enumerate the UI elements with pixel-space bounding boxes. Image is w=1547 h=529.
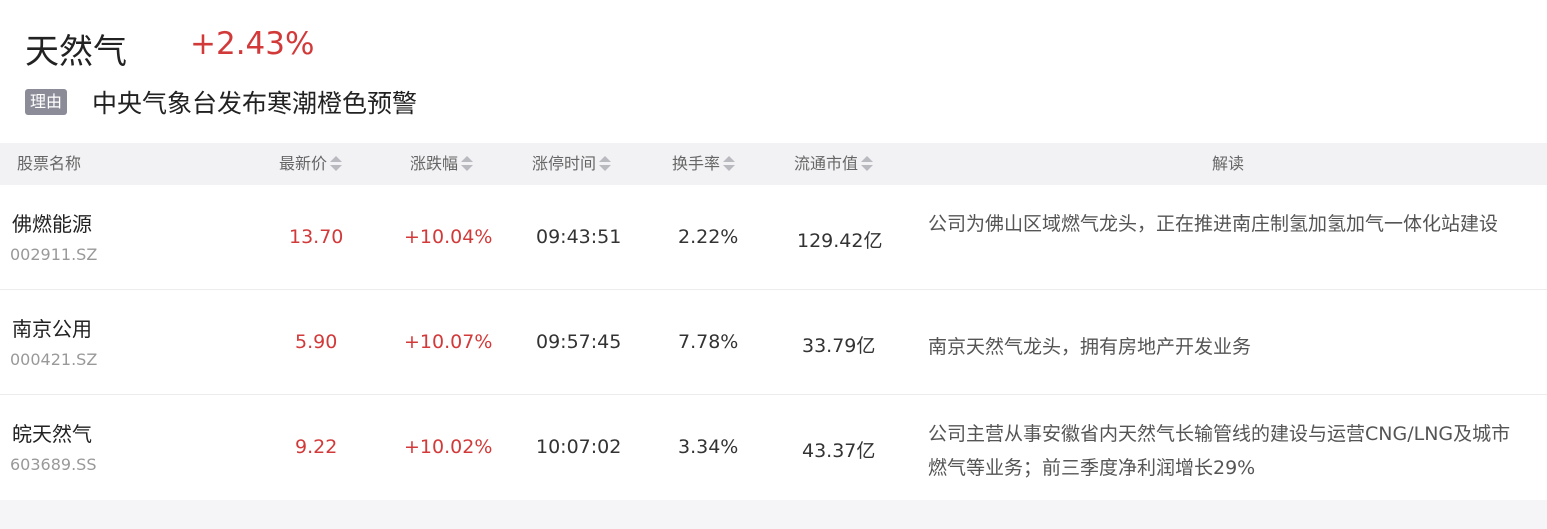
- change-pct: +10.04%: [404, 226, 493, 248]
- latest-price: 13.70: [289, 226, 344, 248]
- col-market-cap[interactable]: 流通市值: [794, 143, 874, 185]
- reason-tag: 理由: [25, 89, 68, 115]
- turnover-rate: 2.22%: [678, 226, 739, 248]
- sort-updown-icon[interactable]: [723, 155, 736, 172]
- market-cap: 33.79亿: [802, 335, 876, 357]
- table-row[interactable]: 佛燃能源 002911.SZ 13.70 +10.04% 09:43:51 2.…: [0, 185, 1547, 290]
- stock-code: 000421.SZ: [10, 350, 98, 369]
- limit-time: 09:57:45: [536, 331, 622, 353]
- col-price[interactable]: 最新价: [279, 143, 343, 185]
- col-limit-time[interactable]: 涨停时间: [532, 143, 612, 185]
- latest-price: 5.90: [295, 331, 338, 353]
- table-header: 股票名称 最新价 涨跌幅 涨停时间 换手率 流通市值 解读: [0, 143, 1547, 185]
- sort-updown-icon[interactable]: [330, 155, 343, 172]
- stock-code: 002911.SZ: [10, 245, 98, 264]
- stock-list: 佛燃能源 002911.SZ 13.70 +10.04% 09:43:51 2.…: [0, 185, 1547, 500]
- stock-name[interactable]: 皖天然气: [12, 418, 92, 447]
- sort-updown-icon[interactable]: [861, 155, 874, 172]
- change-pct: +10.02%: [404, 436, 493, 458]
- limit-time: 10:07:02: [536, 436, 622, 458]
- market-cap: 129.42亿: [797, 230, 883, 252]
- change-pct: +10.07%: [404, 331, 493, 353]
- col-change[interactable]: 涨跌幅: [410, 143, 474, 185]
- analysis-text: 公司主营从事安徽省内天然气长输管线的建设与运营CNG/LNG及城市燃气等业务；前…: [928, 423, 1511, 479]
- col-stock-name: 股票名称: [17, 154, 82, 173]
- sector-name: 天然气: [25, 32, 127, 72]
- reason-text: 中央气象台发布寒潮橙色预警: [92, 89, 418, 118]
- col-turnover[interactable]: 换手率: [672, 143, 736, 185]
- stock-code: 603689.SS: [10, 455, 97, 474]
- table-row[interactable]: 南京公用 000421.SZ 5.90 +10.07% 09:57:45 7.7…: [0, 290, 1547, 395]
- analysis-text: 南京天然气龙头，拥有房地产开发业务: [928, 336, 1252, 358]
- col-analysis: 解读: [1212, 154, 1245, 173]
- market-cap: 43.37亿: [802, 440, 876, 462]
- limit-time: 09:43:51: [536, 226, 622, 248]
- sector-change: +2.43%: [190, 26, 315, 62]
- table-row[interactable]: 皖天然气 603689.SS 9.22 +10.02% 10:07:02 3.3…: [0, 395, 1547, 500]
- sort-updown-icon[interactable]: [461, 155, 474, 172]
- turnover-rate: 7.78%: [678, 331, 739, 353]
- stock-name[interactable]: 南京公用: [12, 313, 92, 342]
- turnover-rate: 3.34%: [678, 436, 739, 458]
- sort-updown-icon[interactable]: [599, 155, 612, 172]
- stock-name[interactable]: 佛燃能源: [12, 208, 92, 237]
- analysis-text: 公司为佛山区域燃气龙头，正在推进南庄制氢加氢加气一体化站建设: [928, 213, 1499, 235]
- sector-header: 天然气 +2.43% 理由 中央气象台发布寒潮橙色预警: [0, 0, 1547, 143]
- latest-price: 9.22: [295, 436, 338, 458]
